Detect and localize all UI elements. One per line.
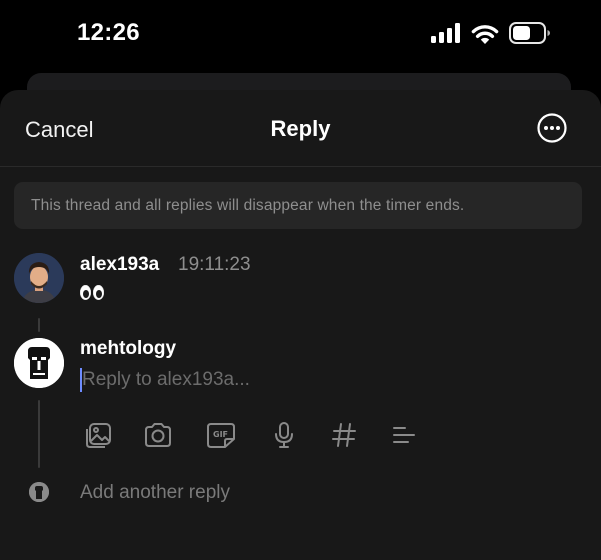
status-time: 12:26: [77, 19, 140, 46]
reply-input[interactable]: [82, 365, 482, 395]
wifi-icon: [471, 23, 499, 49]
avatar-mehtology-small: [29, 482, 49, 502]
timestamp: 19:11:23: [178, 254, 251, 275]
eyes-emoji: [80, 285, 104, 300]
avatar-mehtology[interactable]: [14, 338, 64, 388]
username: mehtology: [80, 338, 177, 359]
nav-bar: Cancel Reply: [0, 90, 601, 167]
ellipsis-circle-icon[interactable]: [537, 113, 567, 143]
gallery-icon[interactable]: [80, 417, 116, 453]
add-another-reply-button[interactable]: Add another reply: [80, 482, 230, 504]
svg-text:GIF: GIF: [213, 430, 228, 439]
cellular-signal-icon: [431, 23, 461, 48]
eye-glyph: [80, 285, 91, 300]
poll-list-icon[interactable]: [386, 417, 422, 453]
status-bar: 12:26: [0, 0, 601, 70]
username[interactable]: alex193a: [80, 254, 159, 276]
reply-sheet: Cancel Reply This thread and all replies…: [0, 90, 601, 560]
thread-line: [38, 318, 40, 332]
thread-line: [38, 400, 40, 468]
eye-glyph: [93, 285, 104, 300]
hashtag-icon[interactable]: [326, 417, 362, 453]
camera-icon[interactable]: [140, 417, 176, 453]
avatar-alex193a[interactable]: [14, 253, 64, 303]
disappearing-notice: This thread and all replies will disappe…: [14, 182, 582, 229]
notice-text: This thread and all replies will disappe…: [31, 196, 465, 214]
battery-icon: [509, 22, 551, 49]
microphone-icon[interactable]: [266, 417, 302, 453]
page-title: Reply: [270, 116, 331, 141]
gif-icon[interactable]: GIF: [203, 417, 239, 453]
status-icons: [431, 22, 551, 49]
